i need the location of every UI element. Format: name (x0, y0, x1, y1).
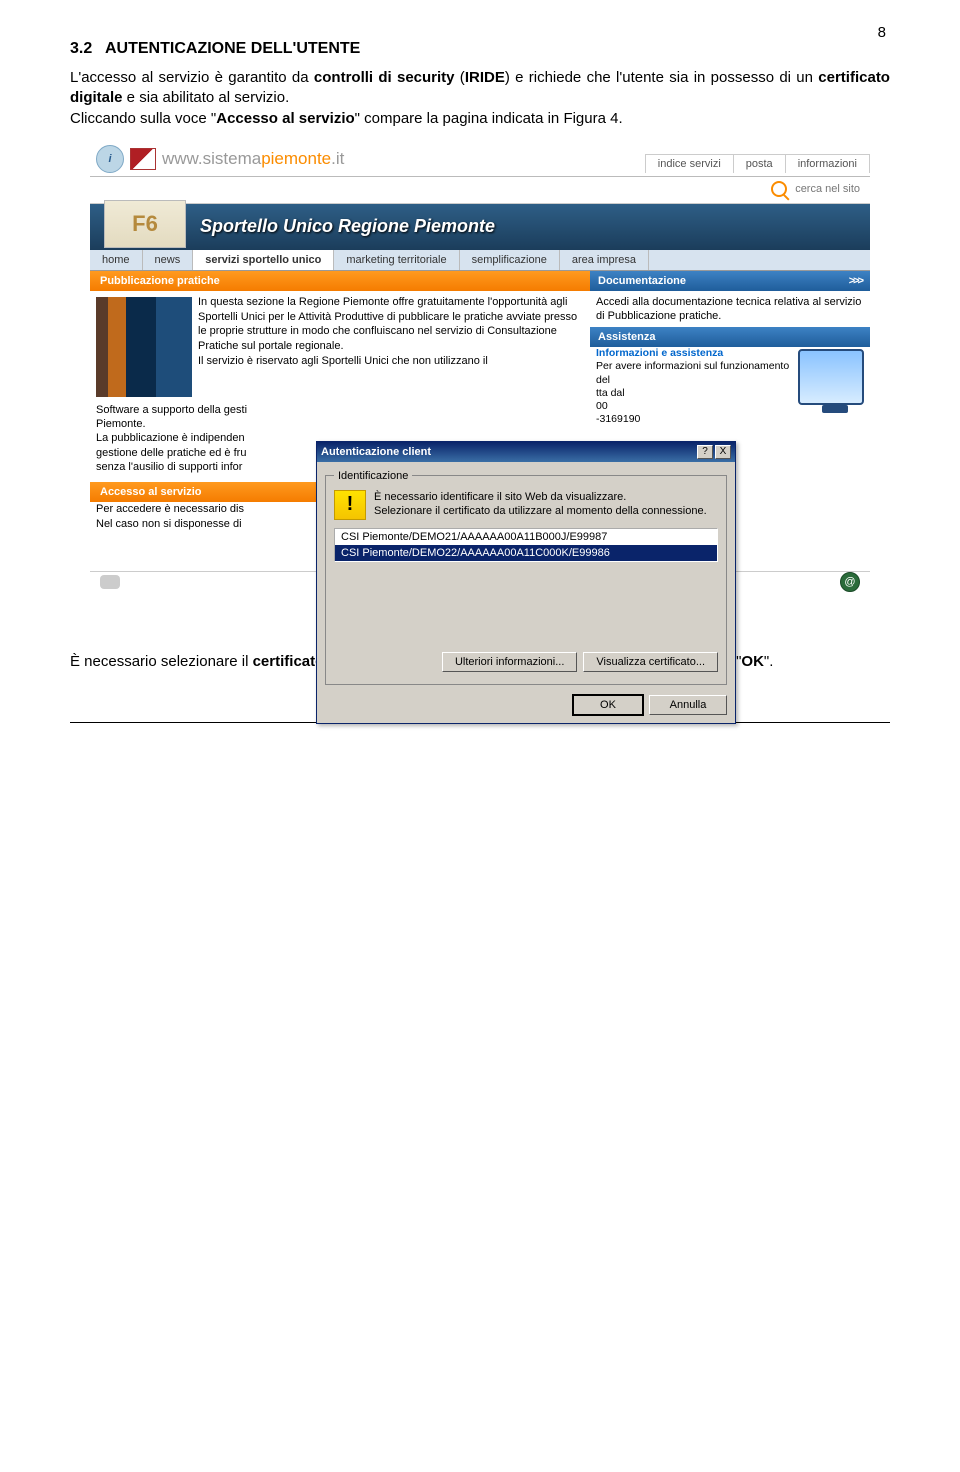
assist-body: Per avere informazioni sul funzionamento… (596, 360, 789, 385)
dialog-title: Autenticazione client (321, 446, 695, 458)
doc-title: Documentazione (598, 275, 686, 287)
auth-dialog: Autenticazione client ? X Identificazion… (316, 441, 736, 724)
search-row: cerca nel sito (90, 177, 870, 204)
pub-body-1: In questa sezione la Regione Piemonte of… (198, 296, 577, 353)
pub-header: Pubblicazione pratiche (90, 271, 590, 291)
banner: F6 Sportello Unico Regione Piemonte (90, 204, 870, 250)
footer-left-icon (100, 575, 120, 589)
assist-head[interactable]: Informazioni e assistenza (596, 347, 723, 359)
bold-iride: IRIDE (465, 69, 505, 86)
banner-title: Sportello Unico Regione Piemonte (200, 216, 495, 237)
top-bar: i www.sistemapiemonte.it indice servizi … (90, 143, 870, 177)
url-part1: www.sistema (162, 149, 261, 168)
bold-ok: OK (741, 653, 764, 670)
search-placeholder[interactable]: cerca nel sito (795, 183, 860, 195)
acc-line-2: Nel caso non si disponesse di (96, 518, 242, 530)
pub-cut-5: senza l'ausilio di supporti infor (96, 461, 242, 473)
warning-icon: ! (334, 490, 366, 520)
bold-accesso: Accesso al servizio (216, 110, 354, 127)
assist-text: Informazioni e assistenza Per avere info… (596, 347, 792, 426)
site-url: www.sistemapiemonte.it (162, 149, 344, 169)
assist-cut-3: -3169190 (596, 413, 640, 425)
section-title: AUTENTICAZIONE DELL'UTENTE (105, 40, 360, 57)
dialog-close-button[interactable]: X (715, 445, 731, 459)
nav-bar: home news servizi sportello unico market… (90, 250, 870, 271)
assist-row: Informazioni e assistenza Per avere info… (590, 347, 870, 426)
nav-marketing[interactable]: marketing territoriale (334, 250, 459, 270)
email-icon[interactable]: @ (840, 572, 860, 592)
pub-cut-2: Piemonte. (96, 418, 146, 430)
view-cert-button[interactable]: Visualizza certificato... (583, 652, 718, 672)
doc-header[interactable]: Documentazione >>> (590, 271, 870, 291)
toplink-posta[interactable]: posta (733, 155, 785, 173)
paragraph-1: L'accesso al servizio è garantito da con… (70, 68, 890, 129)
cert-list[interactable]: CSI Piemonte/DEMO21/AAAAAA00A11B000J/E99… (334, 528, 718, 562)
arrow-right-icon: >>> (849, 275, 862, 287)
doc-body: Accedi alla documentazione tecnica relat… (590, 291, 870, 328)
toplink-indice[interactable]: indice servizi (646, 155, 733, 173)
acc-line-1: Per accedere è necessario dis (96, 503, 244, 515)
ok-button[interactable]: OK (573, 695, 643, 715)
info-icon: i (96, 145, 124, 173)
dialog-titlebar: Autenticazione client ? X (317, 442, 735, 462)
assist-cut-1: tta dal (596, 387, 625, 399)
section-number: 3.2 (70, 40, 92, 57)
assist-header: Assistenza (590, 327, 870, 347)
dialog-msg-1: È necessario identificare il sito Web da… (374, 491, 626, 503)
assist-title: Assistenza (598, 331, 655, 343)
pub-image (96, 297, 192, 397)
top-links: indice servizi posta informazioni (645, 154, 870, 173)
url-part2: piemonte (261, 149, 331, 168)
pub-body-2: Il servizio è riservato agli Sportelli U… (198, 355, 488, 367)
nav-area-impresa[interactable]: area impresa (560, 250, 649, 270)
pub-cut-4: gestione delle pratiche ed è fru (96, 447, 246, 459)
toplink-info[interactable]: informazioni (785, 155, 869, 173)
bold-controlli: controlli di security (314, 69, 455, 86)
dialog-message: È necessario identificare il sito Web da… (374, 490, 718, 520)
more-info-button[interactable]: Ulteriori informazioni... (442, 652, 577, 672)
region-logo-icon (130, 148, 156, 170)
f6-badge: F6 (104, 200, 186, 248)
cancel-button[interactable]: Annulla (649, 695, 727, 715)
section-heading: 3.2 AUTENTICAZIONE DELL'UTENTE (70, 40, 890, 58)
content-area: Pubblicazione pratiche In questa sezione… (90, 271, 870, 571)
cert-item-1[interactable]: CSI Piemonte/DEMO22/AAAAAA00A11C000K/E99… (335, 545, 717, 561)
figure-screenshot: i www.sistemapiemonte.it indice servizi … (90, 143, 870, 593)
nav-home[interactable]: home (90, 250, 143, 270)
assist-cut-2: 00 (596, 400, 608, 412)
pub-text: In questa sezione la Regione Piemonte of… (198, 291, 590, 403)
monitor-icon (798, 349, 864, 405)
cert-item-0[interactable]: CSI Piemonte/DEMO21/AAAAAA00A11B000J/E99… (335, 529, 717, 545)
nav-servizi[interactable]: servizi sportello unico (193, 250, 334, 270)
dialog-help-button[interactable]: ? (697, 445, 713, 459)
page-number: 8 (878, 24, 886, 41)
url-part3: .it (331, 149, 344, 168)
dialog-fieldset: Identificazione ! È necessario identific… (325, 470, 727, 685)
dialog-legend: Identificazione (334, 470, 412, 482)
search-icon[interactable] (771, 181, 787, 197)
pub-cut-1: Software a supporto della gesti (96, 404, 247, 416)
dialog-msg-2: Selezionare il certificato da utilizzare… (374, 505, 707, 517)
pub-cut-3: La pubblicazione è indipenden (96, 432, 245, 444)
nav-semplificazione[interactable]: semplificazione (460, 250, 560, 270)
nav-news[interactable]: news (143, 250, 194, 270)
